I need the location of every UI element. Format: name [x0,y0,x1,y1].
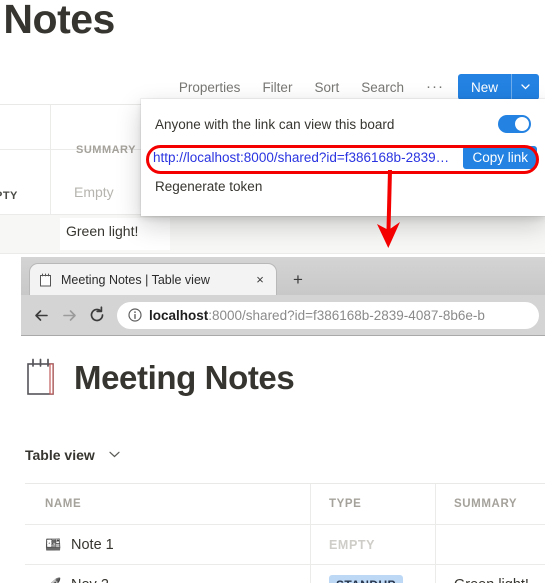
toolbar-filter-button[interactable]: Filter [262,80,292,95]
table-row[interactable]: 🍱 Note 1 EMPTY [25,525,545,565]
notepad-glyph [40,273,51,286]
background-column-header-summary: SUMMARY [76,144,136,156]
page-header: Meeting Notes [24,358,295,398]
chevron-down-icon[interactable] [511,74,539,100]
new-button-group: New [457,74,539,100]
toolbar-search-button[interactable]: Search [361,80,404,95]
column-header-summary[interactable]: SUMMARY [435,484,545,524]
row-type-cell[interactable]: EMPTY [310,525,435,564]
chevron-down-glyph [109,451,120,458]
view-selector-label: Table view [25,447,95,463]
back-icon[interactable] [27,301,55,329]
spiral-notepad-icon [24,358,58,398]
row-name-label: Note 1 [71,536,114,553]
reload-glyph [90,306,104,322]
regenerate-token-button[interactable]: Regenerate token [141,179,545,194]
column-header-summary-label: SUMMARY [454,498,518,510]
browser-tab[interactable]: Meeting Notes | Table view × [29,263,277,295]
info-circle-glyph [127,308,142,322]
toolbar-sort-button[interactable]: Sort [314,80,339,95]
new-button[interactable]: New [457,74,511,100]
column-header-type-label: TYPE [329,498,362,510]
background-type-cell: PTY [0,190,18,202]
address-bar-path: :8000/shared?id=f386168b-2839-4087-8b6e-… [208,307,485,323]
row-name-cell[interactable]: 🍱 Note 1 [25,525,310,564]
address-bar-url: localhost:8000/shared?id=f386168b-2839-4… [149,308,485,323]
share-popup: Anyone with the link can view this board… [141,99,545,216]
chevron-down-glyph [521,84,530,90]
column-header-name-label: NAME [45,498,82,510]
row-emoji-icon: 🍱 [45,537,62,552]
column-header-name[interactable]: NAME [25,484,310,524]
app-board-title: g Notes [0,0,115,42]
browser-tab-title: Meeting Notes | Table view [61,272,210,287]
close-icon[interactable]: × [252,272,268,288]
table-header-row: NAME TYPE SUMMARY [25,484,545,525]
forward-icon[interactable] [55,301,83,329]
browser-viewport: Meeting Notes Table view NAME TYPE SUMMA… [21,335,545,583]
row-type-cell[interactable]: STANDUP [310,565,435,583]
chevron-down-icon[interactable] [109,449,120,461]
back-arrow-glyph [34,309,48,321]
background-summary-value: Green light! [66,223,139,239]
share-visibility-label: Anyone with the link can view this board [155,116,395,132]
row-summary-cell[interactable]: Green light! [435,565,545,583]
view-selector[interactable]: Table view [25,447,120,463]
shared-link-row: http://localhost:8000/shared?id=f386168b… [147,143,539,171]
row-name-cell[interactable]: 🚀 Nov 2 [25,565,310,583]
row-summary-label: Green light! [454,577,529,583]
row-emoji-icon: 🚀 [45,578,62,583]
row-name-label: Nov 2 [71,577,109,583]
row-type-empty-label: EMPTY [329,537,376,552]
divider [0,253,545,254]
spiral-notepad-glyph [27,358,54,395]
share-visibility-toggle[interactable] [498,115,531,133]
divider [50,105,51,215]
new-tab-button[interactable]: + [287,269,309,291]
shared-link-input[interactable]: http://localhost:8000/shared?id=f386168b… [147,150,463,165]
page-title: Meeting Notes [74,359,295,396]
browser-window: Meeting Notes | Table view × + localhost… [21,257,545,583]
share-visibility-row: Anyone with the link can view this board [141,109,545,139]
table-row[interactable]: 🚀 Nov 2 STANDUP Green light! [25,565,545,583]
toolbar-more-icon[interactable]: ··· [426,79,444,94]
toggle-knob [515,117,529,131]
browser-tabstrip: Meeting Notes | Table view × + [21,257,545,295]
data-table: NAME TYPE SUMMARY 🍱 Note 1 EMPTY 🚀 [25,484,545,583]
forward-arrow-glyph [62,309,76,321]
notepad-icon [38,272,53,287]
info-icon[interactable] [127,308,142,323]
reload-icon[interactable] [83,301,111,329]
column-header-type[interactable]: TYPE [310,484,435,524]
row-summary-cell[interactable] [435,525,545,564]
address-bar-host: localhost [149,307,209,323]
toolbar-properties-button[interactable]: Properties [179,80,241,95]
row-type-chip: STANDUP [329,574,403,583]
address-bar[interactable]: localhost:8000/shared?id=f386168b-2839-4… [117,301,539,329]
copy-link-button[interactable]: Copy link [463,145,537,169]
background-summary-empty: Empty [74,184,114,200]
browser-navbar: localhost:8000/shared?id=f386168b-2839-4… [21,295,545,335]
